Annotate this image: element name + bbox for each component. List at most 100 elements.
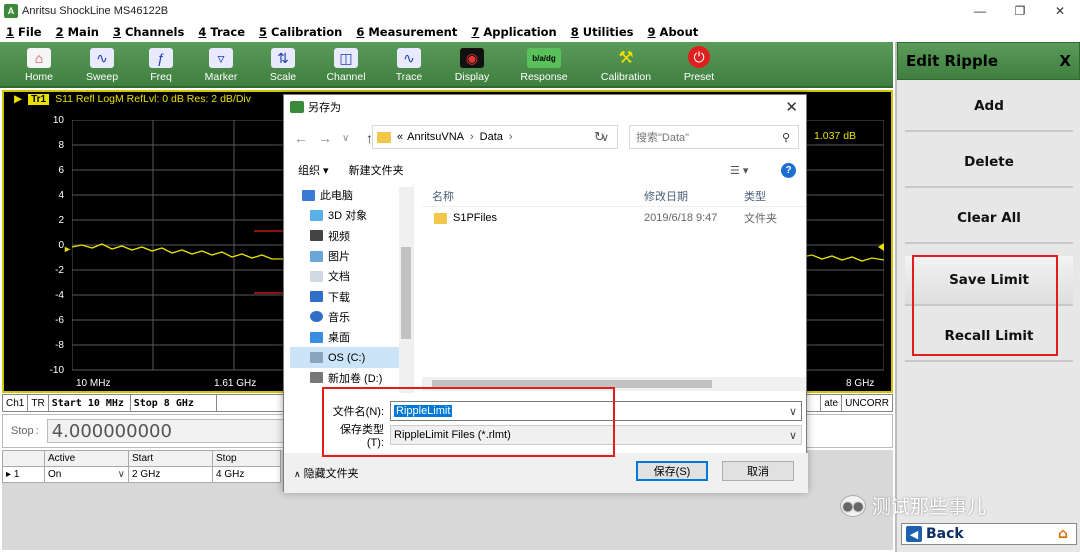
toolbar-preset-button[interactable]: ⏻ Preset bbox=[668, 42, 730, 86]
column-name[interactable]: 名称 bbox=[422, 188, 644, 204]
menu-application[interactable]: 7 Application bbox=[471, 25, 556, 39]
sweep-icon: ∿ bbox=[90, 48, 114, 68]
breadcrumb-anritsuvna[interactable]: AnritsuVNA bbox=[407, 131, 464, 143]
nav-scrollbar[interactable] bbox=[399, 187, 413, 393]
nav-item-downloads[interactable]: 下载 bbox=[290, 286, 413, 306]
chevron-down-icon[interactable]: ∨ bbox=[789, 429, 797, 442]
forward-arrow-icon[interactable]: → bbox=[318, 130, 332, 146]
nav-item-music[interactable]: 音乐 bbox=[290, 307, 413, 327]
nav-item-os-c[interactable]: OS (C:) bbox=[290, 347, 413, 368]
menu-main[interactable]: 2 Main bbox=[56, 25, 99, 39]
status-rate-fragment: ate bbox=[820, 395, 843, 411]
nav-item-drive-d[interactable]: 新加卷 (D:) bbox=[290, 368, 413, 388]
toolbar-display-button[interactable]: ◉ Display bbox=[440, 42, 504, 86]
nav-item-documents[interactable]: 文档 bbox=[290, 266, 413, 286]
watermark: ●● 测试那些事儿 bbox=[840, 492, 986, 519]
new-folder-button[interactable]: 新建文件夹 bbox=[349, 162, 404, 178]
computer-icon bbox=[302, 189, 315, 201]
refresh-icon[interactable]: ↻ bbox=[594, 129, 605, 145]
restore-icon[interactable]: ❐ bbox=[1000, 0, 1040, 22]
preset-icon: ⏻ bbox=[688, 46, 710, 68]
y-tick: 10 bbox=[52, 115, 64, 126]
col-active: Active bbox=[44, 450, 129, 467]
file-list-header: 名称 修改日期 类型 bbox=[422, 185, 806, 207]
y-tick: 2 bbox=[58, 215, 64, 226]
back-arrow-icon: ◀ bbox=[906, 526, 922, 542]
toolbar-channel-button[interactable]: ◫ Channel bbox=[314, 42, 378, 86]
cancel-button[interactable]: 取消 bbox=[722, 461, 794, 481]
menu-measurement[interactable]: 6 Measurement bbox=[356, 25, 457, 39]
navigation-pane: 此电脑 3D 对象 视频 图片 文档 下载 音乐 桌面 OS (C:) 新加卷 … bbox=[290, 185, 414, 393]
x-tick: 8 GHz bbox=[846, 378, 875, 389]
menu-utilities[interactable]: 8 Utilities bbox=[571, 25, 634, 39]
file-list: 名称 修改日期 类型 S1PFiles 2019/6/18 9:47 文件夹 bbox=[422, 185, 806, 377]
y-tick: 6 bbox=[58, 165, 64, 176]
toolbar-calibration-button[interactable]: ⚒ Calibration bbox=[584, 42, 668, 86]
nav-item-desktop[interactable]: 桌面 bbox=[290, 327, 413, 347]
trace-tag[interactable]: Tr1 bbox=[28, 93, 50, 105]
menu-about[interactable]: 9 About bbox=[648, 25, 699, 39]
y-tick: 4 bbox=[58, 190, 64, 201]
recent-dropdown-icon[interactable]: ∨ bbox=[342, 133, 356, 144]
dialog-close-icon[interactable]: ✕ bbox=[785, 98, 798, 116]
window-title: Anritsu ShockLine MS46122B bbox=[22, 5, 169, 17]
back-arrow-icon[interactable]: ← bbox=[294, 130, 308, 146]
toolbar-marker-button[interactable]: ▿ Marker bbox=[190, 42, 252, 86]
toolbar-freq-button[interactable]: ƒ Freq bbox=[132, 42, 190, 86]
highlight-box bbox=[912, 255, 1058, 356]
nav-item-this-pc[interactable]: 此电脑 bbox=[290, 185, 413, 205]
minimize-icon[interactable]: — bbox=[960, 0, 1000, 22]
address-bar[interactable]: « AnritsuVNA › Data › ∨ bbox=[372, 125, 618, 149]
panel-close-button[interactable]: X bbox=[1059, 52, 1071, 70]
reference-marker-right bbox=[878, 243, 884, 251]
nav-item-videos[interactable]: 视频 bbox=[290, 226, 413, 246]
clear-all-button[interactable]: Clear All bbox=[905, 194, 1073, 244]
nav-item-pictures[interactable]: 图片 bbox=[290, 246, 413, 266]
stop-cell[interactable]: 4 GHz bbox=[212, 466, 281, 483]
delete-button[interactable]: Delete bbox=[905, 138, 1073, 188]
scale-icon: ⇅ bbox=[271, 48, 295, 68]
column-date[interactable]: 修改日期 bbox=[644, 188, 744, 204]
panel-header: Edit Ripple X bbox=[897, 42, 1080, 80]
documents-icon bbox=[310, 270, 323, 282]
breadcrumb-data[interactable]: Data bbox=[480, 131, 503, 143]
toolbar-scale-button[interactable]: ⇅ Scale bbox=[252, 42, 314, 86]
menu-file[interactable]: 1 File bbox=[6, 25, 42, 39]
table-row[interactable]: ▸ 1 On ∨ 2 GHz 4 GHz bbox=[2, 466, 281, 483]
scroll-thumb[interactable] bbox=[401, 247, 411, 339]
menu-trace[interactable]: 4 Trace bbox=[198, 25, 245, 39]
status-channel[interactable]: Ch1 bbox=[3, 395, 29, 411]
status-start[interactable]: Start 10 MHz bbox=[49, 395, 131, 411]
stop-value-field[interactable]: 4.000000000 bbox=[46, 419, 317, 443]
pictures-icon bbox=[310, 250, 323, 262]
start-cell[interactable]: 2 GHz bbox=[128, 466, 213, 483]
column-type[interactable]: 类型 bbox=[744, 188, 804, 204]
toolbar-sweep-button[interactable]: ∿ Sweep bbox=[72, 42, 132, 86]
organize-menu[interactable]: 组织 ▾ bbox=[298, 162, 329, 178]
nav-item-3d-objects[interactable]: 3D 对象 bbox=[290, 205, 413, 225]
menu-channels[interactable]: 3 Channels bbox=[113, 25, 184, 39]
home-icon[interactable]: ⌂ bbox=[1054, 526, 1072, 542]
status-trace[interactable]: TR bbox=[28, 395, 49, 411]
toolbar-trace-button[interactable]: ∿ Trace bbox=[378, 42, 440, 86]
hide-folders-toggle[interactable]: ∧ 隐藏文件夹 bbox=[294, 465, 359, 481]
menu-calibration[interactable]: 5 Calibration bbox=[259, 25, 342, 39]
help-icon[interactable]: ? bbox=[781, 162, 796, 178]
add-button[interactable]: Add bbox=[905, 82, 1073, 132]
view-options-icon[interactable]: ☰ ▾ bbox=[730, 164, 748, 177]
save-button[interactable]: 保存(S) bbox=[636, 461, 708, 481]
search-input[interactable]: 搜索"Data" ⚲ bbox=[629, 125, 799, 149]
chevron-down-icon[interactable]: ∨ bbox=[789, 405, 797, 418]
3d-objects-icon bbox=[310, 209, 323, 221]
toolbar-response-button[interactable]: b/a/dg Response bbox=[504, 42, 584, 86]
trace-icon: ∿ bbox=[397, 48, 421, 68]
reference-marker-left: ► bbox=[63, 244, 72, 254]
back-button[interactable]: ◀ Back ⌂ bbox=[901, 523, 1077, 545]
close-icon[interactable]: ✕ bbox=[1040, 0, 1080, 22]
toolbar-home-button[interactable]: ⌂ Home bbox=[6, 42, 72, 86]
folder-icon bbox=[434, 212, 447, 224]
active-select[interactable]: On ∨ bbox=[44, 466, 129, 483]
app-logo-icon: A bbox=[4, 4, 18, 18]
status-stop[interactable]: Stop 8 GHz bbox=[131, 395, 217, 411]
list-item[interactable]: S1PFiles 2019/6/18 9:47 文件夹 bbox=[422, 207, 806, 229]
